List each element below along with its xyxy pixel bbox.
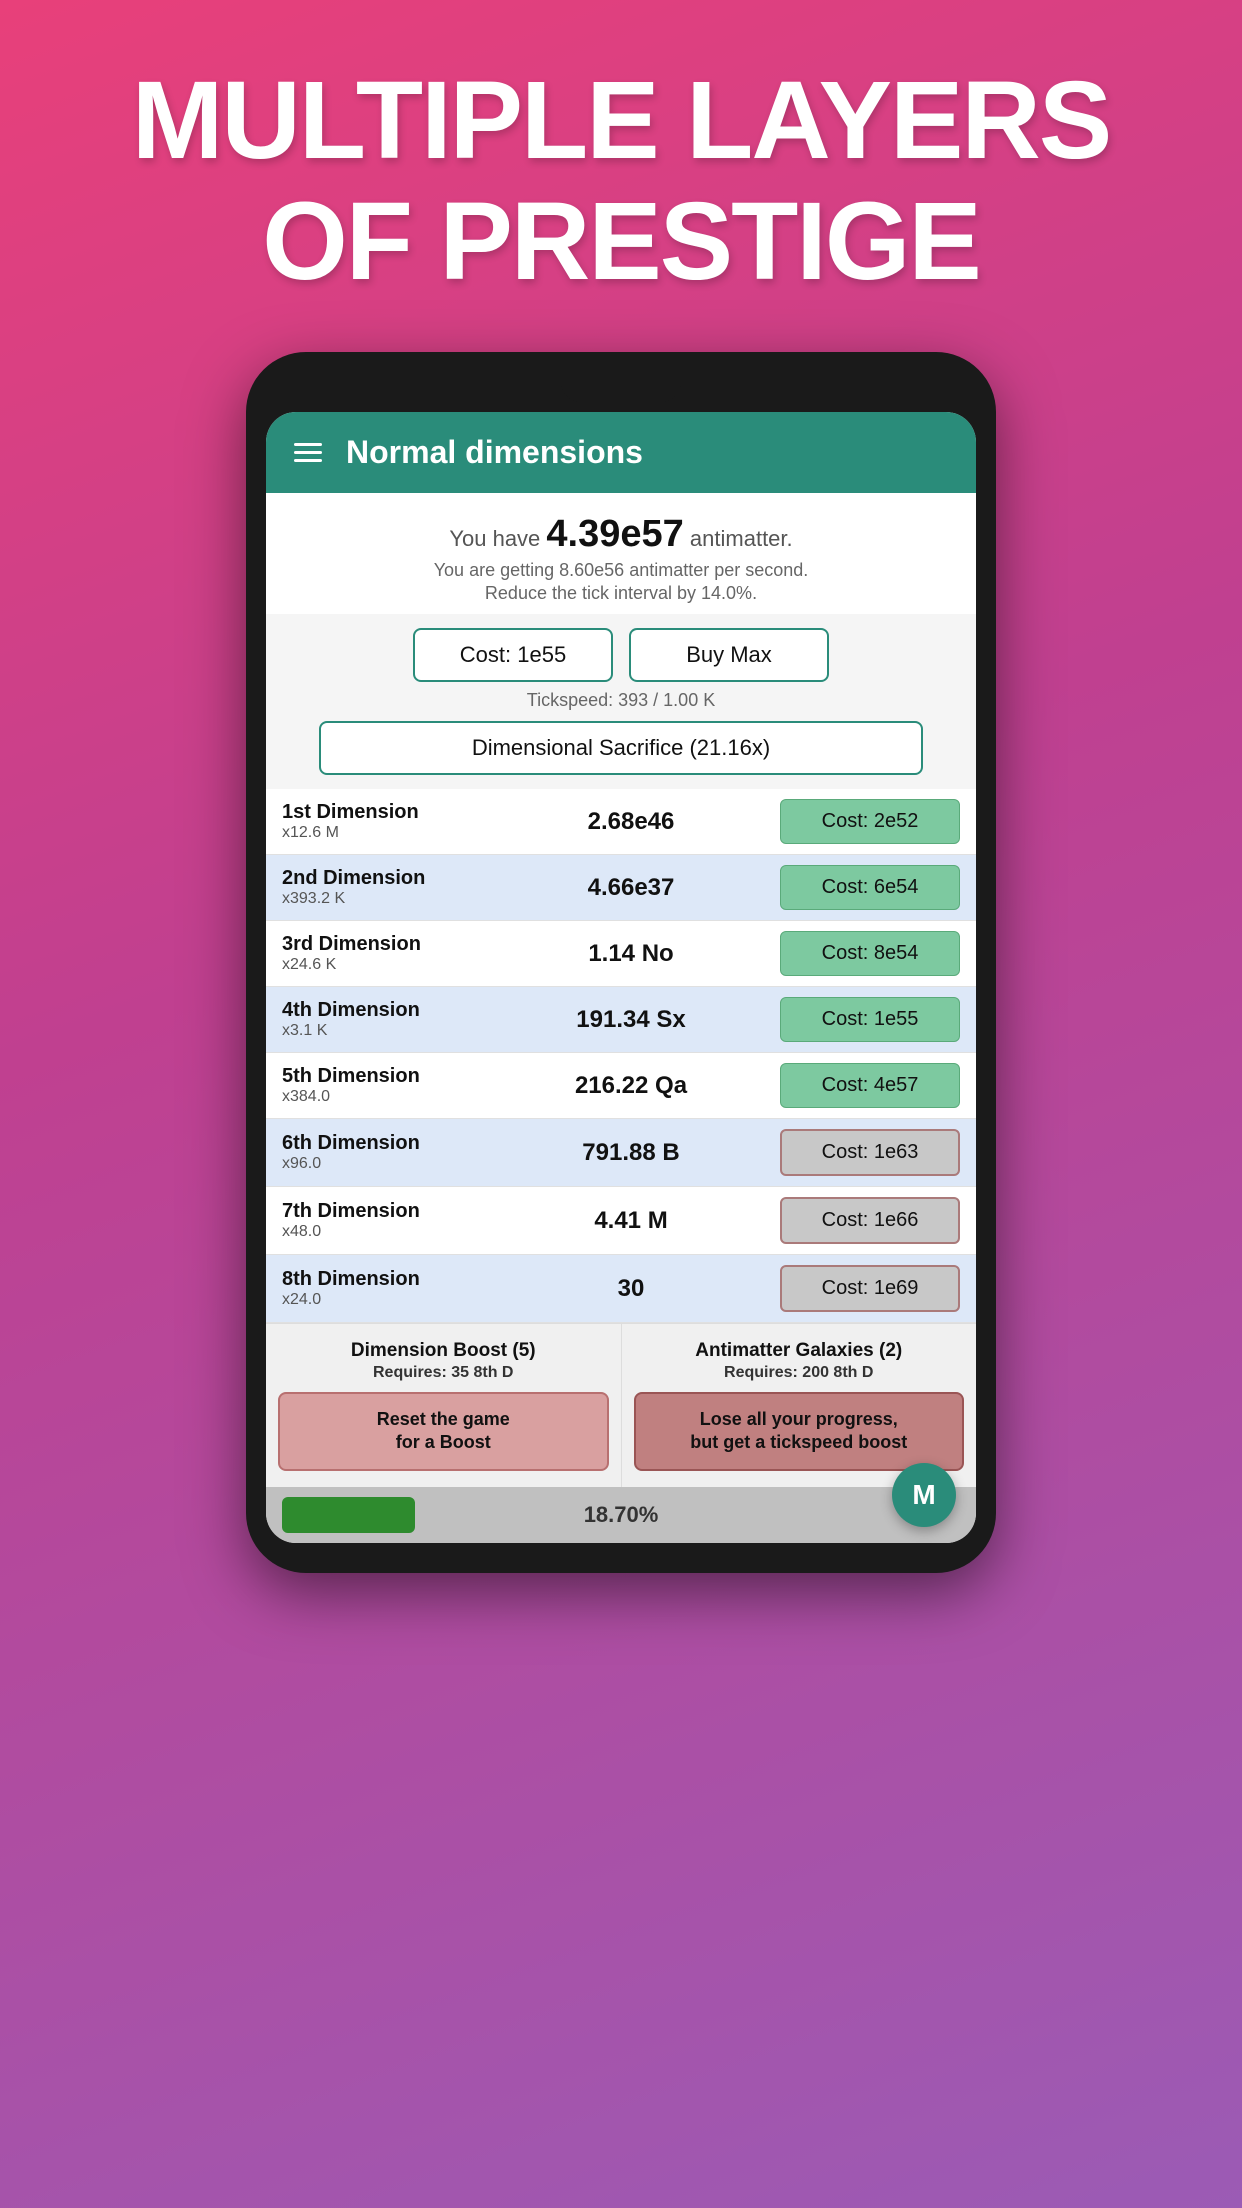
app-header: Normal dimensions	[266, 412, 976, 493]
headline-line1: MULTIPLE LAYERS	[132, 59, 1110, 182]
dimension-row-4: 4th Dimension x3.1 K 191.34 Sx Cost: 1e5…	[266, 987, 976, 1053]
phone-outer: Normal dimensions You have 4.39e57 antim…	[246, 352, 996, 1573]
dimension-row-7: 7th Dimension x48.0 4.41 M Cost: 1e66	[266, 1187, 976, 1255]
dimension-row-2: 2nd Dimension x393.2 K 4.66e37 Cost: 6e5…	[266, 855, 976, 921]
per-second-line: You are getting 8.60e56 antimatter per s…	[286, 560, 956, 581]
antimatter-prefix: You have	[449, 526, 540, 551]
dimension-row-8: 8th Dimension x24.0 30 Cost: 1e69	[266, 1255, 976, 1323]
dim-label-3: 3rd Dimension x24.6 K	[282, 933, 482, 974]
dim-label-2: 2nd Dimension x393.2 K	[282, 867, 482, 908]
headline: MULTIPLE LAYERS OF PRESTIGE	[72, 0, 1170, 352]
dim-label-6: 6th Dimension x96.0	[282, 1132, 482, 1173]
sacrifice-button[interactable]: Dimensional Sacrifice (21.16x)	[319, 721, 923, 775]
fab-label: M	[912, 1479, 935, 1511]
dim-cost-btn-7[interactable]: Cost: 1e66	[780, 1197, 960, 1244]
dim-label-7: 7th Dimension x48.0	[282, 1200, 482, 1241]
dim-cost-btn-1[interactable]: Cost: 2e52	[780, 799, 960, 844]
reduce-line: Reduce the tick interval by 14.0%.	[286, 583, 956, 604]
prestige-boost-col: Dimension Boost (5) Requires: 35 8th D R…	[266, 1324, 622, 1487]
dimension-row-6: 6th Dimension x96.0 791.88 B Cost: 1e63	[266, 1119, 976, 1187]
fab-button[interactable]: M	[892, 1463, 956, 1527]
dimensions-table: 1st Dimension x12.6 M 2.68e46 Cost: 2e52…	[266, 789, 976, 1323]
cost-button[interactable]: Cost: 1e55	[413, 628, 613, 682]
app-title: Normal dimensions	[346, 434, 643, 471]
phone-screen: Normal dimensions You have 4.39e57 antim…	[266, 412, 976, 1543]
prestige-galaxies-req: Requires: 200 8th D	[634, 1364, 965, 1382]
dim-cost-btn-6[interactable]: Cost: 1e63	[780, 1129, 960, 1176]
dim-cost-btn-3[interactable]: Cost: 8e54	[780, 931, 960, 976]
buy-max-button[interactable]: Buy Max	[629, 628, 829, 682]
antimatter-suffix: antimatter.	[690, 526, 793, 551]
stats-section: You have 4.39e57 antimatter. You are get…	[266, 493, 976, 614]
progress-fill	[282, 1497, 415, 1533]
dimension-row-1: 1st Dimension x12.6 M 2.68e46 Cost: 2e52	[266, 789, 976, 855]
headline-line2: OF PRESTIGE	[262, 180, 980, 303]
dim-label-1: 1st Dimension x12.6 M	[282, 801, 482, 842]
dim-cost-btn-8[interactable]: Cost: 1e69	[780, 1265, 960, 1312]
prestige-boost-title: Dimension Boost (5)	[278, 1340, 609, 1362]
prestige-boost-req: Requires: 35 8th D	[278, 1364, 609, 1382]
hamburger-icon[interactable]	[294, 443, 322, 462]
prestige-galaxies-button[interactable]: Lose all your progress,but get a tickspe…	[634, 1392, 965, 1471]
dim-label-8: 8th Dimension x24.0	[282, 1268, 482, 1309]
dimension-row-3: 3rd Dimension x24.6 K 1.14 No Cost: 8e54	[266, 921, 976, 987]
dimension-row-5: 5th Dimension x384.0 216.22 Qa Cost: 4e5…	[266, 1053, 976, 1119]
progress-bar-section: 18.70% M	[266, 1487, 976, 1543]
dim-cost-btn-5[interactable]: Cost: 4e57	[780, 1063, 960, 1108]
dim-cost-btn-2[interactable]: Cost: 6e54	[780, 865, 960, 910]
dim-label-4: 4th Dimension x3.1 K	[282, 999, 482, 1040]
dim-label-5: 5th Dimension x384.0	[282, 1065, 482, 1106]
dim-cost-btn-4[interactable]: Cost: 1e55	[780, 997, 960, 1042]
prestige-section: Dimension Boost (5) Requires: 35 8th D R…	[266, 1323, 976, 1487]
tickspeed-line: Tickspeed: 393 / 1.00 K	[266, 690, 976, 711]
phone-notch	[561, 382, 681, 402]
prestige-boost-button[interactable]: Reset the gamefor a Boost	[278, 1392, 609, 1471]
prestige-galaxies-title: Antimatter Galaxies (2)	[634, 1340, 965, 1362]
antimatter-line: You have 4.39e57 antimatter.	[286, 513, 956, 556]
cost-buttons: Cost: 1e55 Buy Max	[286, 628, 956, 682]
antimatter-value: 4.39e57	[546, 513, 683, 555]
progress-text: 18.70%	[584, 1502, 659, 1528]
